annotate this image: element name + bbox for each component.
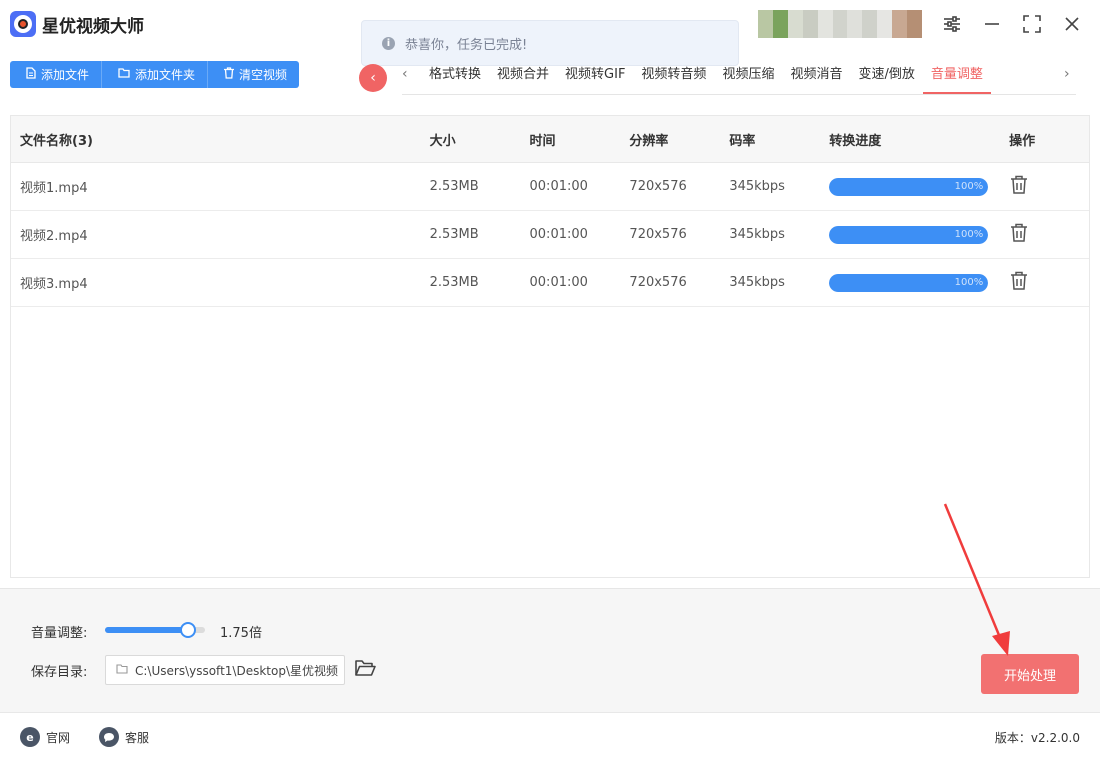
progress-bar: 100% — [829, 177, 989, 196]
header-size: 大小 — [429, 133, 456, 149]
support-link[interactable]: 客服 — [99, 727, 149, 747]
file-duration: 00:01:00 — [529, 275, 588, 290]
progress-label: 100% — [954, 276, 984, 288]
file-bitrate: 345kbps — [729, 275, 785, 290]
tab-video-merge[interactable]: 视频合并 — [489, 58, 557, 94]
file-resolution: 720x576 — [629, 227, 687, 242]
trash-icon — [224, 67, 235, 82]
header-bitrate: 码率 — [729, 133, 756, 149]
file-table: 文件名称(3) 大小 时间 分辨率 码率 转换进度 操作 视频1.mp4 2.5… — [10, 115, 1090, 578]
tab-format-convert[interactable]: 格式转换 — [421, 58, 489, 94]
tab-video-compress[interactable]: 视频压缩 — [714, 58, 782, 94]
file-icon — [26, 67, 36, 82]
progress-bar: 100% — [829, 225, 989, 244]
volume-value: 1.75倍 — [220, 626, 262, 641]
chat-bubble-icon — [99, 727, 119, 747]
add-folder-button[interactable]: 添加文件夹 — [102, 61, 209, 88]
version-label: 版本：v2.2.0.0 — [994, 731, 1080, 745]
table-row[interactable]: 视频2.mp4 2.53MB 00:01:00 720x576 345kbps … — [11, 211, 1089, 259]
open-folder-icon[interactable] — [354, 659, 376, 679]
save-dir-value: C:\Users\yssoft1\Desktop\星优视频 — [135, 663, 338, 678]
minimize-icon[interactable] — [978, 10, 1006, 38]
folder-icon — [118, 68, 130, 81]
folder-outline-icon — [116, 663, 128, 677]
header-name: 文件名称(3) — [20, 133, 93, 149]
volume-label: 音量调整: — [31, 626, 88, 641]
table-row[interactable]: 视频1.mp4 2.53MB 00:01:00 720x576 345kbps … — [11, 163, 1089, 211]
clear-videos-button[interactable]: 清空视频 — [208, 61, 299, 88]
start-process-button[interactable]: 开始处理 — [981, 654, 1079, 694]
file-resolution: 720x576 — [629, 179, 687, 194]
tab-video-mute[interactable]: 视频消音 — [782, 58, 850, 94]
info-icon: i — [382, 36, 395, 50]
function-tabs: 格式转换 视频合并 视频转GIF 视频转音频 视频压缩 视频消音 变速/倒放 音… — [421, 58, 991, 96]
file-name: 视频2.mp4 — [20, 229, 88, 244]
volume-slider[interactable] — [105, 622, 205, 638]
progress-label: 100% — [954, 180, 984, 192]
tab-volume-adjust[interactable]: 音量调整 — [922, 58, 991, 94]
file-size: 2.53MB — [429, 227, 479, 242]
tab-video-to-audio[interactable]: 视频转音频 — [633, 58, 714, 94]
red-arrow-annotation — [943, 503, 1010, 656]
add-file-button[interactable]: 添加文件 — [10, 61, 103, 88]
table-row[interactable]: 视频3.mp4 2.53MB 00:01:00 720x576 345kbps … — [11, 259, 1089, 307]
avatar[interactable] — [758, 10, 922, 38]
header-time: 时间 — [529, 133, 556, 149]
file-bitrate: 345kbps — [729, 179, 785, 194]
file-toolbar: 添加文件 添加文件夹 清空视频 — [10, 61, 300, 88]
file-bitrate: 345kbps — [729, 227, 785, 242]
file-duration: 00:01:00 — [529, 227, 588, 242]
volume-slider-handle[interactable] — [180, 622, 196, 638]
file-size: 2.53MB — [429, 179, 479, 194]
file-duration: 00:01:00 — [529, 179, 588, 194]
delete-icon[interactable] — [1010, 223, 1028, 243]
tab-speed-reverse[interactable]: 变速/倒放 — [850, 58, 922, 94]
delete-icon[interactable] — [1010, 175, 1028, 195]
save-dir-field[interactable]: C:\Users\yssoft1\Desktop\星优视频 — [105, 655, 345, 685]
table-header: 文件名称(3) 大小 时间 分辨率 码率 转换进度 操作 — [11, 116, 1089, 163]
header-progress: 转换进度 — [829, 133, 882, 149]
chevron-left-icon: ‹ — [370, 70, 376, 86]
close-icon[interactable] — [1058, 10, 1086, 38]
maximize-icon[interactable] — [1018, 10, 1046, 38]
progress-label: 100% — [954, 228, 984, 240]
app-logo — [10, 11, 36, 37]
tabs-scroll-right-icon[interactable]: › — [1064, 66, 1070, 82]
tabs-scroll-left-icon[interactable]: ‹ — [402, 66, 408, 82]
file-resolution: 720x576 — [629, 275, 687, 290]
header-resolution: 分辨率 — [629, 133, 669, 149]
status-footer: e 官网 客服 版本：v2.2.0.0 — [0, 712, 1100, 760]
tab-video-to-gif[interactable]: 视频转GIF — [557, 58, 633, 94]
ie-icon: e — [20, 727, 40, 747]
progress-bar: 100% — [829, 273, 989, 292]
file-size: 2.53MB — [429, 275, 479, 290]
collapse-toast-button[interactable]: ‹ — [359, 64, 387, 92]
website-link[interactable]: e 官网 — [20, 727, 70, 747]
file-name: 视频1.mp4 — [20, 181, 88, 196]
tabs-divider — [402, 94, 1076, 95]
delete-icon[interactable] — [1010, 271, 1028, 291]
settings-sliders-icon[interactable] — [938, 10, 966, 38]
save-dir-label: 保存目录: — [31, 665, 88, 680]
file-name: 视频3.mp4 — [20, 277, 88, 292]
app-title: 星优视频大师 — [42, 17, 144, 37]
toast-message: 恭喜你，任务已完成! — [405, 37, 528, 53]
header-action: 操作 — [1009, 133, 1036, 149]
